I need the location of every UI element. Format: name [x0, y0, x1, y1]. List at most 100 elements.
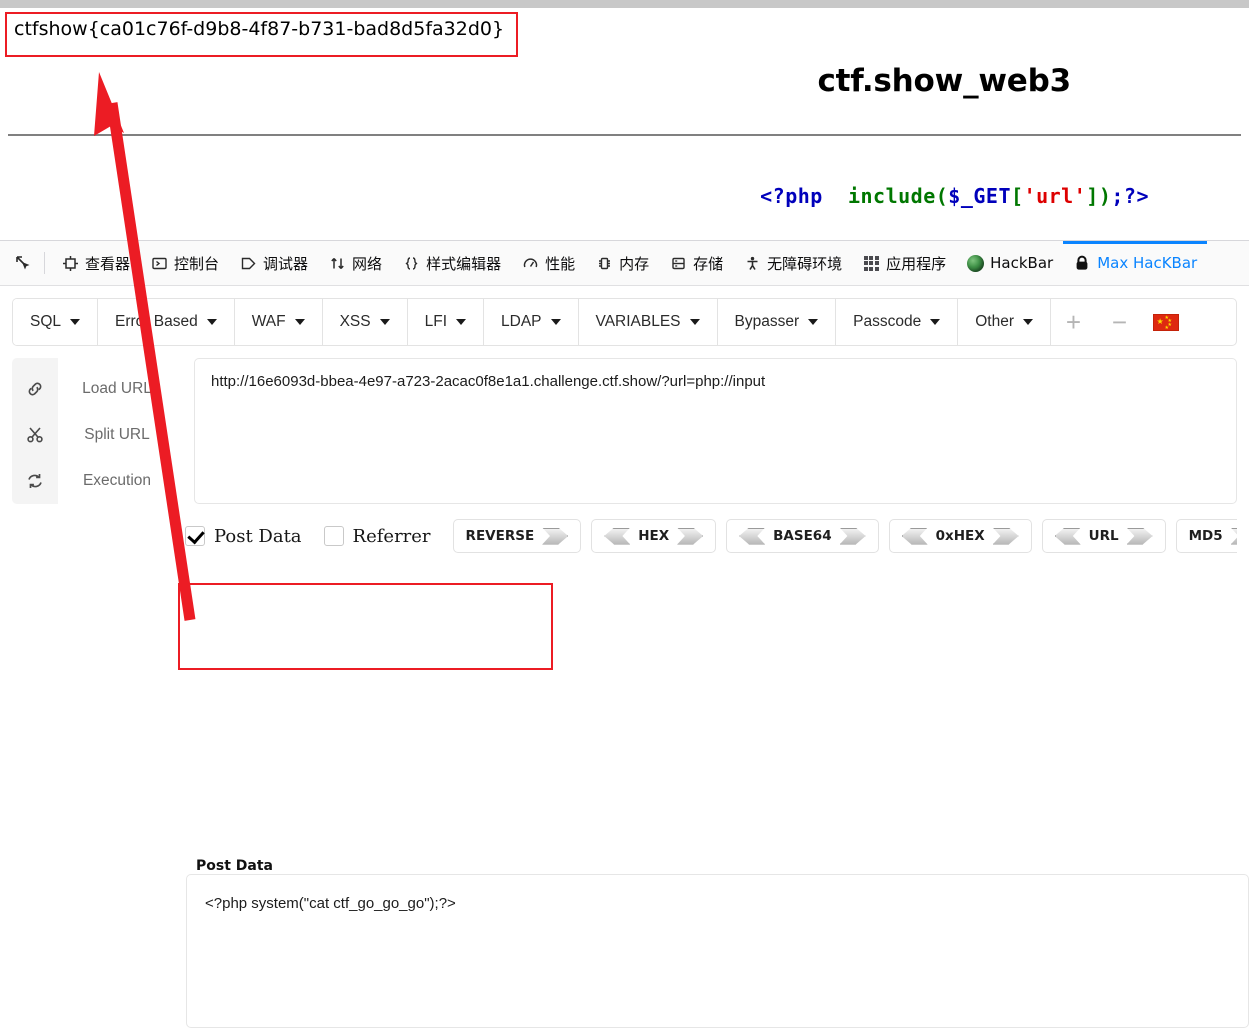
tab-max-hackbar[interactable]: Max HacKBar: [1063, 241, 1208, 285]
chevron-down-icon: [294, 319, 305, 325]
dropdown-xss-label: XSS: [339, 313, 371, 330]
php-close-tag: ;?>: [1111, 184, 1149, 208]
encoder-url[interactable]: URL: [1041, 519, 1166, 553]
php-space: [823, 184, 848, 208]
tab-network[interactable]: 网络: [318, 241, 392, 285]
add-button[interactable]: +: [1051, 299, 1097, 345]
performance-icon: [521, 254, 539, 272]
accessibility-icon: [743, 254, 761, 272]
arrow-right-icon: [1126, 527, 1153, 545]
tab-console-label: 控制台: [174, 254, 220, 273]
style-editor-icon: [402, 254, 420, 272]
toolbar-divider: [44, 252, 45, 274]
tab-console[interactable]: 控制台: [140, 241, 229, 285]
arrow-left-icon: [604, 527, 631, 545]
chevron-down-icon: [70, 319, 81, 325]
storage-icon: [669, 254, 687, 272]
dropdown-sql[interactable]: SQL: [13, 299, 99, 345]
remove-button[interactable]: −: [1097, 299, 1143, 345]
php-bracket-close: ]: [1086, 184, 1099, 208]
php-variable: $_GET: [948, 184, 1012, 208]
tab-storage[interactable]: 存储: [659, 241, 733, 285]
encoder-reverse[interactable]: REVERSE: [452, 519, 582, 553]
dropdown-passcode[interactable]: Passcode: [836, 299, 959, 345]
tab-style-editor[interactable]: 样式编辑器: [392, 241, 511, 285]
tab-inspector[interactable]: 查看器: [51, 241, 140, 285]
dropdown-ldap-label: LDAP: [501, 313, 542, 330]
tab-performance[interactable]: 性能: [511, 241, 585, 285]
console-icon: [150, 254, 168, 272]
browser-top-strip: [0, 0, 1249, 8]
china-flag-icon[interactable]: ★ ★ ★ ★ ★: [1143, 299, 1189, 345]
hackbar-panel: SQL Error Based WAF XSS LFI LDAP VARIABL…: [0, 286, 1249, 1028]
tab-debugger-label: 调试器: [263, 254, 309, 273]
execution-button[interactable]: Execution: [58, 458, 176, 504]
encoder-base64-label: BASE64: [773, 528, 832, 544]
dropdown-other-label: Other: [975, 313, 1014, 330]
link-icon[interactable]: [12, 366, 58, 412]
post-data-checkbox[interactable]: Post Data: [185, 526, 302, 547]
chevron-down-icon: [930, 319, 941, 325]
referrer-checkbox-label: Referrer: [352, 525, 431, 547]
php-function-name: include: [847, 184, 936, 208]
tab-memory[interactable]: 内存: [585, 241, 659, 285]
debugger-icon: [239, 254, 257, 272]
tab-application-label: 应用程序: [886, 254, 947, 273]
post-data-input[interactable]: <?php system("cat ctf_go_go_go");?>: [186, 874, 1249, 1028]
encoder-hex-label: HEX: [638, 528, 670, 544]
referrer-checkbox[interactable]: Referrer: [323, 525, 431, 547]
action-icon-column: [12, 358, 58, 504]
dropdown-error-based[interactable]: Error Based: [98, 299, 235, 345]
dropdown-other[interactable]: Other: [958, 299, 1051, 345]
load-url-button[interactable]: Load URL: [58, 366, 176, 412]
tab-accessibility-label: 无障碍环境: [767, 254, 843, 273]
tab-memory-label: 内存: [619, 254, 650, 273]
inspector-icon: [61, 254, 79, 272]
chevron-down-icon: [456, 319, 467, 325]
arrow-right-icon: [1230, 527, 1237, 545]
tab-application[interactable]: 应用程序: [852, 241, 956, 285]
chevron-down-icon: [206, 319, 217, 325]
arrow-right-icon: [839, 527, 866, 545]
url-input[interactable]: http://16e6093d-bbea-4e97-a723-2acac0f8e…: [194, 358, 1237, 504]
dropdown-ldap[interactable]: LDAP: [484, 299, 579, 345]
tab-max-hackbar-label: Max HacKBar: [1097, 254, 1198, 272]
dropdown-error-based-label: Error Based: [115, 313, 198, 330]
dropdown-variables-label: VARIABLES: [595, 313, 681, 330]
encoder-md5-label: MD5: [1188, 528, 1223, 544]
php-string: 'url': [1023, 184, 1087, 208]
tab-storage-label: 存储: [693, 254, 724, 273]
post-data-checkbox-label: Post Data: [214, 525, 302, 547]
tab-hackbar[interactable]: HackBar: [956, 241, 1063, 285]
split-url-button[interactable]: Split URL: [58, 412, 176, 458]
encoder-reverse-label: REVERSE: [465, 528, 535, 544]
encoder-md5[interactable]: MD5: [1175, 519, 1237, 553]
options-row: Post Data Referrer REVERSE HEX BASE64 0x…: [185, 514, 1237, 558]
devtools-panel: 查看器 控制台 调试器 网络 样式编辑器 性能 内存 存储 无障碍环境 应用程序…: [0, 240, 1249, 1028]
chevron-down-icon: [379, 319, 390, 325]
checkbox-checked-icon: [185, 526, 205, 546]
tab-inspector-label: 查看器: [85, 254, 131, 273]
encoder-hex[interactable]: HEX: [591, 519, 717, 553]
tab-debugger[interactable]: 调试器: [229, 241, 318, 285]
dropdown-variables[interactable]: VARIABLES: [578, 299, 718, 345]
dropdown-waf[interactable]: WAF: [234, 299, 323, 345]
devtools-tabbar: 查看器 控制台 调试器 网络 样式编辑器 性能 内存 存储 无障碍环境 应用程序…: [0, 241, 1249, 286]
tab-accessibility[interactable]: 无障碍环境: [733, 241, 852, 285]
element-picker-icon[interactable]: [6, 248, 40, 278]
dropdown-waf-label: WAF: [251, 313, 286, 330]
encoder-0xhex[interactable]: 0xHEX: [888, 519, 1032, 553]
encoder-base64[interactable]: BASE64: [726, 519, 879, 553]
scissors-icon[interactable]: [12, 412, 58, 458]
horizontal-rule: [8, 134, 1241, 136]
page-title: ctf.show_web3: [817, 63, 1071, 99]
dropdown-bypasser-label: Bypasser: [734, 313, 800, 330]
post-data-label: Post Data: [196, 858, 273, 874]
refresh-icon[interactable]: [12, 458, 58, 504]
dropdown-xss[interactable]: XSS: [322, 299, 408, 345]
encoder-0xhex-label: 0xHEX: [935, 528, 985, 544]
arrow-left-icon: [739, 527, 766, 545]
dropdown-bypasser[interactable]: Bypasser: [717, 299, 837, 345]
application-grid-icon: [862, 254, 880, 272]
dropdown-lfi[interactable]: LFI: [407, 299, 485, 345]
